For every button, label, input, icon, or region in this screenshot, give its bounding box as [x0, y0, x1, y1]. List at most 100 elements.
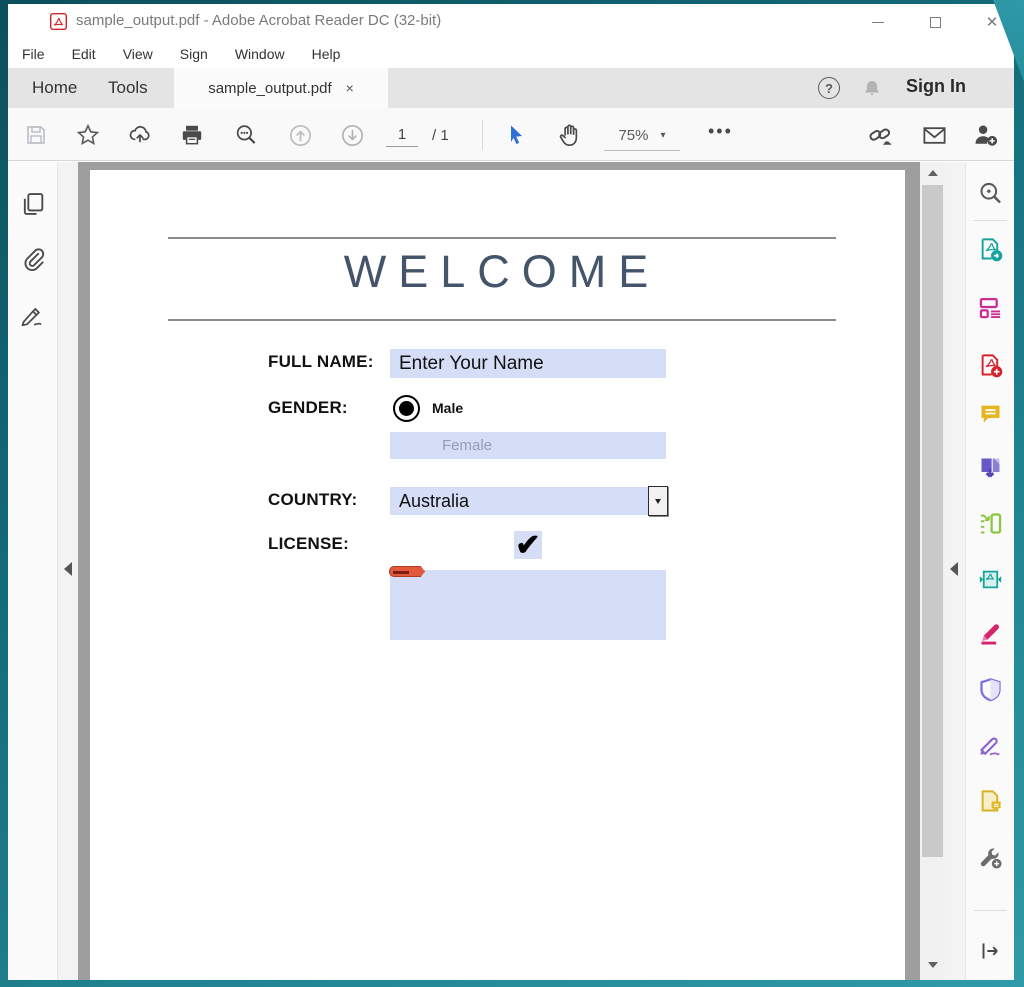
magnifier-icon [233, 122, 259, 148]
paperclip-icon [19, 245, 47, 273]
comment-tool[interactable] [977, 400, 1004, 427]
pointer-icon [504, 123, 528, 147]
bell-icon [860, 77, 884, 101]
sign-here-tag [389, 566, 425, 577]
share-link-button[interactable] [866, 121, 894, 149]
collapse-tools-panel-button[interactable] [977, 938, 1004, 965]
expand-tools-panel-arrow[interactable] [950, 562, 958, 576]
gender-label: GENDER: [268, 398, 348, 418]
country-dropdown-button[interactable] [648, 486, 668, 516]
menu-view[interactable]: View [123, 46, 153, 62]
hand-tool-button[interactable] [556, 121, 584, 149]
tools-panel [965, 162, 1014, 980]
help-button[interactable]: ? [818, 77, 840, 99]
menu-edit[interactable]: Edit [72, 46, 96, 62]
sign-in-button[interactable]: Sign In [906, 76, 966, 97]
request-signatures-tool[interactable] [977, 788, 1004, 815]
window-title: sample_output.pdf - Adobe Acrobat Reader… [76, 12, 441, 29]
save-button[interactable] [22, 121, 50, 149]
menu-bar: File Edit View Sign Window Help [8, 40, 1014, 68]
link-icon [866, 121, 894, 149]
scrollbar-thumb[interactable] [922, 185, 943, 857]
compress-pdf-icon [977, 566, 1004, 593]
gender-male-radio[interactable] [393, 395, 420, 422]
person-add-icon [972, 121, 1000, 149]
collapse-left-panel-arrow[interactable] [64, 562, 72, 576]
signature-field[interactable] [390, 570, 666, 640]
gender-female-option-label: Female [442, 437, 492, 454]
printer-icon [179, 122, 205, 148]
zoom-level-dropdown[interactable]: 75% ▾ [604, 121, 680, 151]
redact-tool[interactable] [977, 620, 1004, 647]
license-checkbox[interactable]: ✔ [514, 531, 542, 559]
right-panel-strip [945, 162, 965, 980]
tools-separator-bottom [974, 910, 1007, 911]
left-panel-strip [58, 162, 78, 980]
tools-separator-top [974, 220, 1007, 221]
layout-boxes-icon [977, 294, 1004, 321]
organize-pages-tool[interactable] [977, 510, 1004, 537]
gender-female-field[interactable]: Female [390, 432, 666, 459]
pink-marker-icon [977, 620, 1004, 647]
signatures-button[interactable] [19, 302, 47, 330]
print-button[interactable] [178, 121, 206, 149]
comment-bubble-icon [977, 400, 1004, 427]
next-page-button[interactable] [338, 121, 366, 149]
add-user-button[interactable] [972, 121, 1000, 149]
page-up-icon [287, 122, 314, 149]
chevron-down-icon: ▾ [661, 130, 666, 141]
maximize-icon [930, 17, 941, 28]
share-upload-button[interactable] [126, 121, 154, 149]
fill-and-sign-tool[interactable] [977, 732, 1004, 759]
pdf-form-title: WELCOME [168, 246, 836, 298]
menu-file[interactable]: File [22, 46, 45, 62]
more-tools-button[interactable]: ••• [708, 121, 733, 142]
full-name-value: Enter Your Name [399, 353, 544, 375]
license-label: LICENSE: [268, 534, 349, 554]
tab-home[interactable]: Home [24, 68, 85, 108]
scroll-down-button[interactable] [920, 954, 945, 976]
create-pdf-layout-tool[interactable] [977, 294, 1004, 321]
menu-sign[interactable]: Sign [180, 46, 208, 62]
maximize-button[interactable] [915, 8, 955, 36]
combine-files-tool[interactable] [977, 454, 1004, 481]
export-pdf-tool[interactable] [977, 236, 1004, 263]
select-tool-button[interactable] [502, 121, 530, 149]
page-number-input[interactable] [386, 123, 418, 147]
cloud-upload-icon [127, 122, 153, 148]
protect-pdf-tool[interactable] [977, 676, 1004, 703]
previous-page-button[interactable] [286, 121, 314, 149]
scroll-up-button[interactable] [920, 162, 945, 184]
combine-files-icon [977, 454, 1004, 481]
acrobat-app-icon [50, 13, 67, 30]
minimize-button[interactable] [858, 8, 898, 36]
export-pdf-icon [977, 236, 1004, 263]
full-name-input[interactable]: Enter Your Name [390, 349, 666, 378]
notifications-button[interactable] [860, 77, 884, 101]
fill-sign-pen-icon [977, 732, 1004, 759]
left-sidebar [8, 162, 58, 980]
acrobat-window: sample_output.pdf - Adobe Acrobat Reader… [8, 4, 1014, 980]
search-tools-button[interactable] [977, 180, 1004, 207]
email-button[interactable] [920, 121, 948, 149]
save-icon [24, 123, 48, 147]
gender-male-option-label: Male [432, 400, 463, 416]
create-pdf-tool[interactable] [977, 352, 1004, 379]
tab-document[interactable]: sample_output.pdf × [174, 68, 388, 108]
page-down-icon [339, 122, 366, 149]
tab-close-icon[interactable]: × [346, 80, 354, 96]
radio-selected-dot [399, 401, 414, 416]
more-tools-panel-button[interactable] [977, 844, 1004, 871]
menu-window[interactable]: Window [235, 46, 285, 62]
compress-pdf-tool[interactable] [977, 566, 1004, 593]
attachments-button[interactable] [19, 245, 47, 273]
page-thumbnails-button[interactable] [19, 190, 47, 218]
close-icon: ✕ [986, 13, 999, 31]
menu-help[interactable]: Help [312, 46, 341, 62]
country-dropdown[interactable]: Australia [390, 487, 649, 515]
tab-tools[interactable]: Tools [100, 68, 156, 108]
organize-pages-icon [977, 510, 1004, 537]
vertical-scrollbar[interactable] [920, 162, 945, 980]
search-zoom-button[interactable] [232, 121, 260, 149]
favorite-star-button[interactable] [74, 121, 102, 149]
